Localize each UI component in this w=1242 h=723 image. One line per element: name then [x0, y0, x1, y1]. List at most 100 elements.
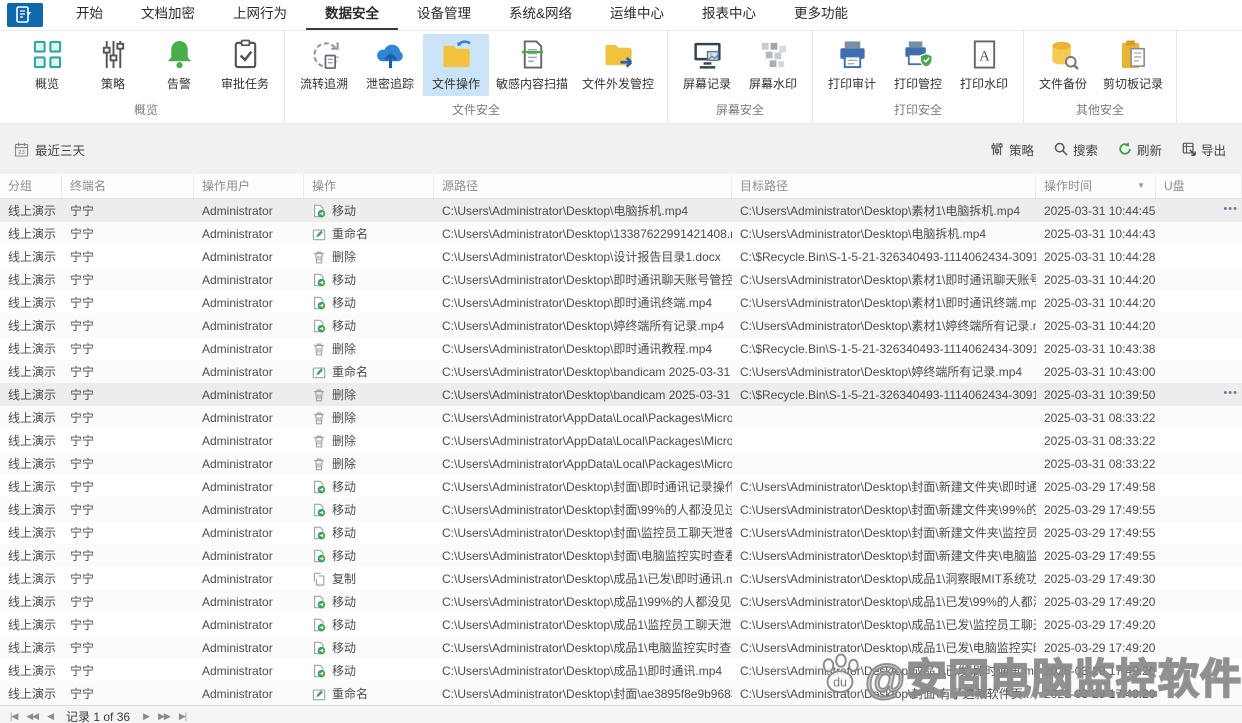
menu-tab[interactable]: 上网行为 — [214, 0, 306, 30]
column-header-user[interactable]: 操作用户 — [194, 174, 304, 198]
cell-group: 线上演示 — [0, 570, 62, 587]
menu-tab[interactable]: 数据安全 — [306, 0, 398, 30]
cell-operation: 移动 — [304, 662, 434, 679]
cell-group: 线上演示 — [0, 363, 62, 380]
menu-tab[interactable]: 更多功能 — [775, 0, 867, 30]
table-row[interactable]: 线上演示 宁宁 Administrator 移动 C:\Users\Admini… — [0, 314, 1242, 337]
ribbon-button-leak-trace[interactable]: 泄密追踪 — [357, 34, 423, 96]
operation-icon — [312, 664, 326, 678]
ribbon-button-screen-watermark[interactable]: 屏幕水印 — [740, 34, 806, 96]
ribbon-button-print-control[interactable]: 打印管控 — [885, 34, 951, 96]
table-row[interactable]: 线上演示 宁宁 Administrator 移动 C:\Users\Admini… — [0, 613, 1242, 636]
operation-label: 移动 — [332, 547, 356, 564]
table-row[interactable]: 线上演示 宁宁 Administrator 复制 C:\Users\Admini… — [0, 567, 1242, 590]
cell-terminal: 宁宁 — [62, 409, 194, 426]
last-page-button[interactable]: ▶| — [179, 711, 186, 722]
ribbon-button-screen-record[interactable]: 屏幕记录 — [674, 34, 740, 96]
ribbon-button-file-outgoing[interactable]: 文件外发管控 — [575, 34, 661, 96]
table-row[interactable]: 线上演示 宁宁 Administrator 移动 C:\Users\Admini… — [0, 199, 1242, 222]
column-header-source[interactable]: 源路径 — [434, 174, 732, 198]
menu-tab[interactable]: 报表中心 — [683, 0, 775, 30]
table-row[interactable]: 线上演示 宁宁 Administrator 移动 C:\Users\Admini… — [0, 498, 1242, 521]
table-row[interactable]: 线上演示 宁宁 Administrator 删除 C:\Users\Admini… — [0, 245, 1242, 268]
row-more-button[interactable]: ••• — [1223, 387, 1238, 399]
column-header-terminal[interactable]: 终端名 — [62, 174, 194, 198]
cell-operation: 移动 — [304, 202, 434, 219]
alarm-bell-icon — [164, 39, 195, 70]
table-row[interactable]: 线上演示 宁宁 Administrator 移动 C:\Users\Admini… — [0, 544, 1242, 567]
table-row[interactable]: 线上演示 宁宁 Administrator 移动 C:\Users\Admini… — [0, 636, 1242, 659]
menu-tab[interactable]: 运维中心 — [591, 0, 683, 30]
filter-caret-icon[interactable]: ▼ — [1137, 174, 1147, 198]
next-record-button[interactable]: ▶ — [143, 711, 149, 722]
table-row[interactable]: 线上演示 宁宁 Administrator 删除 C:\Users\Admini… — [0, 337, 1242, 360]
table-row[interactable]: 线上演示 宁宁 Administrator 移动 C:\Users\Admini… — [0, 268, 1242, 291]
ribbon-button-file-backup[interactable]: 文件备份 — [1030, 34, 1096, 96]
table-row[interactable]: 线上演示 宁宁 Administrator 重命名 C:\Users\Admin… — [0, 360, 1242, 383]
table-row[interactable]: 线上演示 宁宁 Administrator 移动 C:\Users\Admini… — [0, 521, 1242, 544]
search-button[interactable]: 搜索 — [1054, 140, 1098, 159]
export-button[interactable]: 导出 — [1182, 140, 1226, 159]
table-row[interactable]: 线上演示 宁宁 Administrator 删除 C:\Users\Admini… — [0, 429, 1242, 452]
cell-target-path: C:\$Recycle.Bin\S-1-5-21-326340493-11140… — [732, 388, 1036, 402]
table-row[interactable]: 线上演示 宁宁 Administrator 删除 C:\Users\Admini… — [0, 383, 1242, 406]
menu-tab[interactable]: 设备管理 — [398, 0, 490, 30]
ribbon-button-policy[interactable]: 策略 — [80, 34, 146, 96]
sensitive-scan-icon — [517, 39, 548, 70]
cell-source-path: C:\Users\Administrator\AppData\Local\Pac… — [434, 434, 732, 448]
table-row[interactable]: 线上演示 宁宁 Administrator 删除 C:\Users\Admini… — [0, 406, 1242, 429]
menu-tab[interactable]: 系统&网络 — [490, 0, 591, 30]
fast-next-button[interactable]: ▶▶ — [158, 711, 170, 722]
approval-clipboard-icon — [230, 39, 261, 70]
ribbon-button-file-operation[interactable]: 文件操作 — [423, 34, 489, 96]
first-page-button[interactable]: |◀ — [10, 711, 17, 722]
cell-source-path: C:\Users\Administrator\Desktop\成品1\即时通讯.… — [434, 662, 732, 679]
ribbon-button-alarm[interactable]: 告警 — [146, 34, 212, 96]
ribbon-button-print-audit[interactable]: 打印审计 — [819, 34, 885, 96]
column-header-operation[interactable]: 操作 — [304, 174, 434, 198]
cell-time: 2025-03-29 17:49:55 — [1036, 503, 1156, 517]
date-range-filter[interactable]: 23 最近三天 — [14, 140, 85, 159]
operation-icon — [312, 434, 326, 448]
row-more-button[interactable]: ••• — [1223, 203, 1238, 215]
prev-record-button[interactable]: ◀ — [47, 711, 53, 722]
ribbon-button-flow-trace[interactable]: 流转追溯 — [291, 34, 357, 96]
policy-button[interactable]: 策略 — [990, 140, 1034, 159]
cell-target-path: C:\Users\Administrator\Desktop\封面\有了这款软件… — [732, 685, 1036, 702]
column-header-usb[interactable]: U盘 — [1156, 174, 1242, 198]
delete-operation-icon — [312, 411, 326, 425]
ribbon-group-overview: 概览 策略 告警 审批任务 概览 — [8, 31, 285, 123]
table-row[interactable]: 线上演示 宁宁 Administrator 移动 C:\Users\Admini… — [0, 659, 1242, 682]
operation-icon — [312, 618, 326, 632]
menu-tab[interactable]: 文档加密 — [122, 0, 214, 30]
fast-prev-button[interactable]: ◀◀ — [26, 711, 38, 722]
table-row[interactable]: 线上演示 宁宁 Administrator 移动 C:\Users\Admini… — [0, 590, 1242, 613]
table-row[interactable]: 线上演示 宁宁 Administrator 移动 C:\Users\Admini… — [0, 291, 1242, 314]
operation-label: 删除 — [332, 248, 356, 265]
ribbon-button-approval-tasks[interactable]: 审批任务 — [212, 34, 278, 96]
column-header-time[interactable]: 操作时间▼ — [1036, 174, 1156, 198]
column-header-target[interactable]: 目标路径 — [732, 174, 1036, 198]
cell-user: Administrator — [194, 503, 304, 517]
column-header-group[interactable]: 分组 — [0, 174, 62, 198]
move-operation-icon — [312, 273, 326, 287]
operation-icon — [312, 687, 326, 701]
ribbon-button-clipboard-record[interactable]: 剪切板记录 — [1096, 34, 1170, 96]
ribbon-button-overview[interactable]: 概览 — [14, 34, 80, 96]
ribbon-button-sensitive-scan[interactable]: 敏感内容扫描 — [489, 34, 575, 96]
menu-tab[interactable]: 开始 — [57, 0, 122, 30]
refresh-button[interactable]: 刷新 — [1118, 140, 1162, 159]
cell-source-path: C:\Users\Administrator\Desktop\成品1\电脑监控实… — [434, 639, 732, 656]
table-row[interactable]: 线上演示 宁宁 Administrator 删除 C:\Users\Admini… — [0, 452, 1242, 475]
operation-label: 重命名 — [332, 685, 368, 702]
table-row[interactable]: 线上演示 宁宁 Administrator 重命名 C:\Users\Admin… — [0, 222, 1242, 245]
cell-group: 线上演示 — [0, 662, 62, 679]
app-menu-button[interactable] — [7, 3, 43, 27]
cell-terminal: 宁宁 — [62, 685, 194, 702]
cell-group: 线上演示 — [0, 478, 62, 495]
ribbon-button-print-watermark[interactable]: A 打印水印 — [951, 34, 1017, 96]
move-operation-icon — [312, 319, 326, 333]
table-row[interactable]: 线上演示 宁宁 Administrator 移动 C:\Users\Admini… — [0, 475, 1242, 498]
ribbon-group-label: 概览 — [14, 98, 278, 123]
table-row[interactable]: 线上演示 宁宁 Administrator 重命名 C:\Users\Admin… — [0, 682, 1242, 705]
